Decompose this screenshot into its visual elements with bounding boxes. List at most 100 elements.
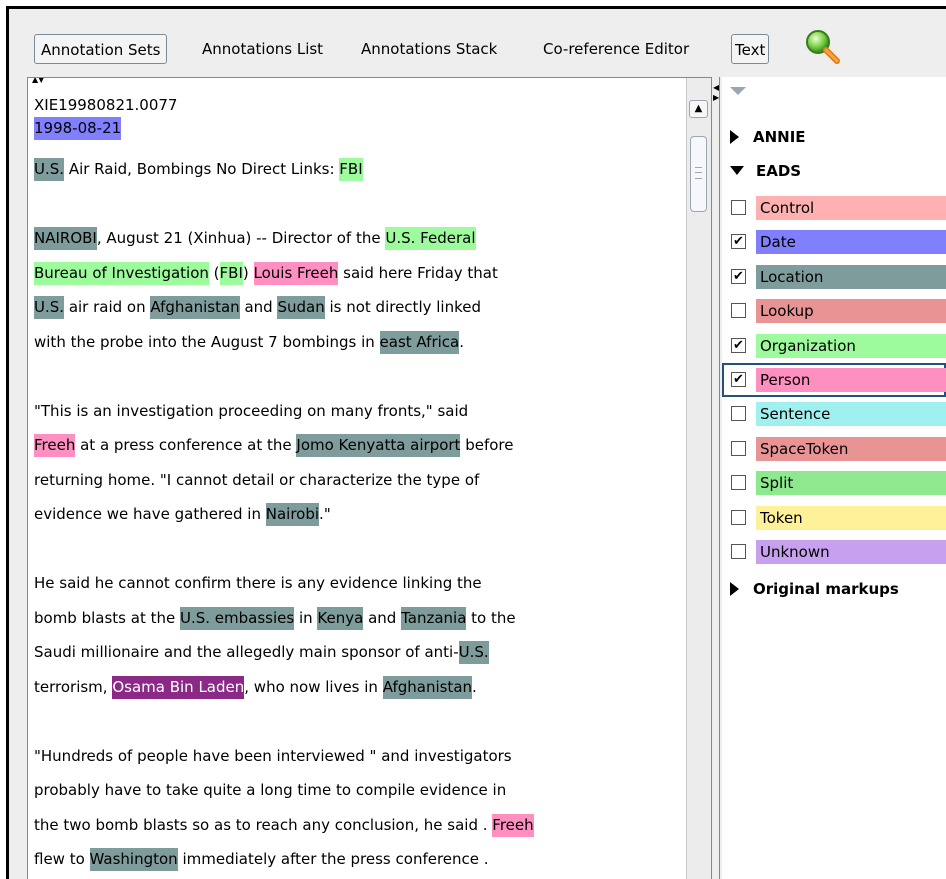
ann-organization: U.S. Federal	[385, 227, 476, 250]
ann-location: Nairobi	[265, 503, 320, 526]
text-span: Saudi millionaire and the allegedly main…	[34, 643, 459, 661]
text-span: Air Raid, Bombings No Direct Links:	[64, 160, 340, 178]
annotation-type-checkbox[interactable]	[731, 303, 746, 319]
ann-location: Afghanistan	[150, 296, 240, 319]
text-line: probably have to take quite a long time …	[34, 773, 674, 808]
collapsed-triangle-icon[interactable]	[730, 130, 739, 144]
annotation-type-label[interactable]: Person	[756, 368, 946, 392]
annotation-type-checkbox[interactable]	[731, 544, 746, 559]
set-annie[interactable]: ANNIE	[730, 125, 806, 149]
text-line: He said he cannot confirm there is any e…	[34, 566, 674, 601]
text-span: , August 21 (Xinhua) -- Director of the	[96, 229, 386, 247]
annotation-type-label[interactable]: Token	[756, 505, 946, 530]
text-line: Freeh at a press conference at the Jomo …	[34, 428, 674, 463]
document-text-pane[interactable]: ▲▼ XIE19980821.0077 1998-08-21 U.S. Air …	[27, 77, 712, 879]
collapse-arrows-icon[interactable]: ▲▼	[32, 78, 44, 84]
text-line: bomb blasts at the U.S. embassies in Ken…	[34, 601, 674, 636]
text-span: air raid on	[64, 298, 151, 316]
annotation-sets-panel: ANNIE EADS Original markups Control ✔ Date…	[722, 77, 946, 879]
collapsed-triangle-icon[interactable]	[730, 582, 739, 596]
annotation-type-checkbox[interactable]: ✔	[731, 372, 746, 387]
ann-person-selected: Osama Bin Laden	[112, 675, 245, 699]
annotation-type-checkbox[interactable]: ✔	[731, 337, 746, 353]
annotation-type-checkbox[interactable]: ✔	[731, 234, 746, 250]
document-text[interactable]: XIE19980821.0077 1998-08-21 U.S. Air Rai…	[34, 94, 674, 877]
annotation-type-spacetoken[interactable]: SpaceToken	[722, 432, 946, 466]
ann-location: U.S.	[34, 296, 65, 319]
set-eads-label: EADS	[756, 162, 802, 180]
annotation-type-checkbox[interactable]	[731, 200, 746, 215]
annotations-stack-toggle[interactable]: Annotations Stack	[357, 34, 501, 64]
annotation-sets-toggle[interactable]: Annotation Sets	[34, 34, 168, 64]
expanded-triangle-icon[interactable]	[730, 166, 744, 175]
text-line: 1998-08-21	[34, 117, 674, 140]
text-span: and	[363, 608, 402, 627]
doc-id: XIE19980821.0077	[34, 96, 178, 114]
ann-date: 1998-08-21	[34, 117, 122, 140]
annotation-type-checkbox[interactable]: ✔	[731, 268, 746, 284]
annotation-type-label[interactable]: Control	[756, 196, 946, 220]
text-span: terrorism,	[34, 677, 113, 696]
annotation-type-checkbox[interactable]	[731, 509, 746, 525]
annotations-list-toggle[interactable]: Annotations List	[198, 34, 327, 64]
ann-organization: FBI	[339, 158, 363, 181]
grip-icon	[695, 167, 702, 179]
text-span: before	[460, 436, 514, 454]
annotation-type-label[interactable]: Sentence	[756, 402, 946, 427]
ann-location: U.S.	[34, 158, 65, 181]
text-view-toggle[interactable]: Text	[731, 34, 770, 64]
divider-line	[719, 77, 720, 879]
text-span: and	[239, 298, 278, 316]
annotation-type-token[interactable]: Token	[722, 501, 946, 535]
annotation-type-label[interactable]: Organization	[756, 333, 946, 358]
annotation-type-label[interactable]: Lookup	[756, 299, 946, 324]
ann-location: Washington	[89, 848, 178, 871]
annotation-type-unknown[interactable]: Unknown	[722, 535, 946, 569]
text-span: (	[208, 263, 220, 282]
set-eads[interactable]: EADS	[730, 159, 801, 183]
text-vertical-scrollbar[interactable]: ▲	[686, 78, 711, 879]
text-line: "This is an investigation proceeding on …	[34, 394, 674, 429]
annotation-type-person[interactable]: ✔ Person	[722, 363, 946, 397]
annotation-type-lookup[interactable]: Lookup	[722, 294, 946, 328]
annotation-type-label[interactable]: Location	[756, 264, 946, 289]
annotation-type-control[interactable]: Control	[722, 191, 946, 225]
annotation-type-label[interactable]: SpaceToken	[756, 436, 946, 461]
ann-location: east Africa	[379, 330, 460, 354]
text-span: immediately after the press conference .	[177, 850, 489, 868]
text-span: flew to	[34, 850, 90, 868]
text-span: at a press conference at the	[75, 436, 297, 454]
scrollbar-thumb[interactable]	[690, 136, 707, 212]
text-line: NAIROBI, August 21 (Xinhua) -- Director …	[34, 221, 674, 256]
ann-person: Louis Freeh	[253, 261, 339, 285]
annotation-type-label[interactable]: Unknown	[756, 540, 946, 564]
annotation-type-checkbox[interactable]	[731, 440, 746, 456]
ann-location: Kenya	[317, 606, 364, 630]
annotation-type-label[interactable]: Split	[756, 471, 946, 496]
coreference-editor-toggle[interactable]: Co-reference Editor	[539, 34, 693, 64]
scroll-up-arrow-icon[interactable]: ▲	[689, 100, 708, 118]
expand-all-icon[interactable]	[730, 87, 746, 95]
annotation-type-label[interactable]: Date	[756, 230, 946, 255]
search-button[interactable]	[799, 27, 840, 67]
annotation-type-date[interactable]: ✔ Date	[722, 225, 946, 259]
toolbar: Annotation Sets Annotations List Annotat…	[9, 9, 946, 77]
text-span: with the probe into the August 7 bombing…	[34, 332, 380, 351]
annotation-type-checkbox[interactable]	[731, 475, 746, 491]
magnifier-icon	[806, 30, 840, 64]
ann-location: NAIROBI	[34, 227, 97, 250]
text-line: with the probe into the August 7 bombing…	[34, 325, 674, 360]
set-original-markups[interactable]: Original markups	[730, 577, 899, 601]
annotation-type-location[interactable]: ✔ Location	[722, 260, 946, 294]
text-line: "Hundreds of people have been interviewe…	[34, 739, 674, 774]
annotation-type-checkbox[interactable]	[731, 406, 746, 422]
annotation-type-sentence[interactable]: Sentence	[722, 397, 946, 431]
annotation-type-organization[interactable]: ✔ Organization	[722, 329, 946, 363]
annotation-type-split[interactable]: Split	[722, 466, 946, 500]
text-span: in	[294, 608, 318, 627]
text-line: flew to Washington immediately after the…	[34, 842, 674, 877]
ann-location: Jomo Kenyatta airport	[296, 434, 461, 457]
text-line: Bureau of Investigation (FBI) Louis Free…	[34, 256, 674, 291]
text-span: is not directly linked	[324, 298, 481, 316]
